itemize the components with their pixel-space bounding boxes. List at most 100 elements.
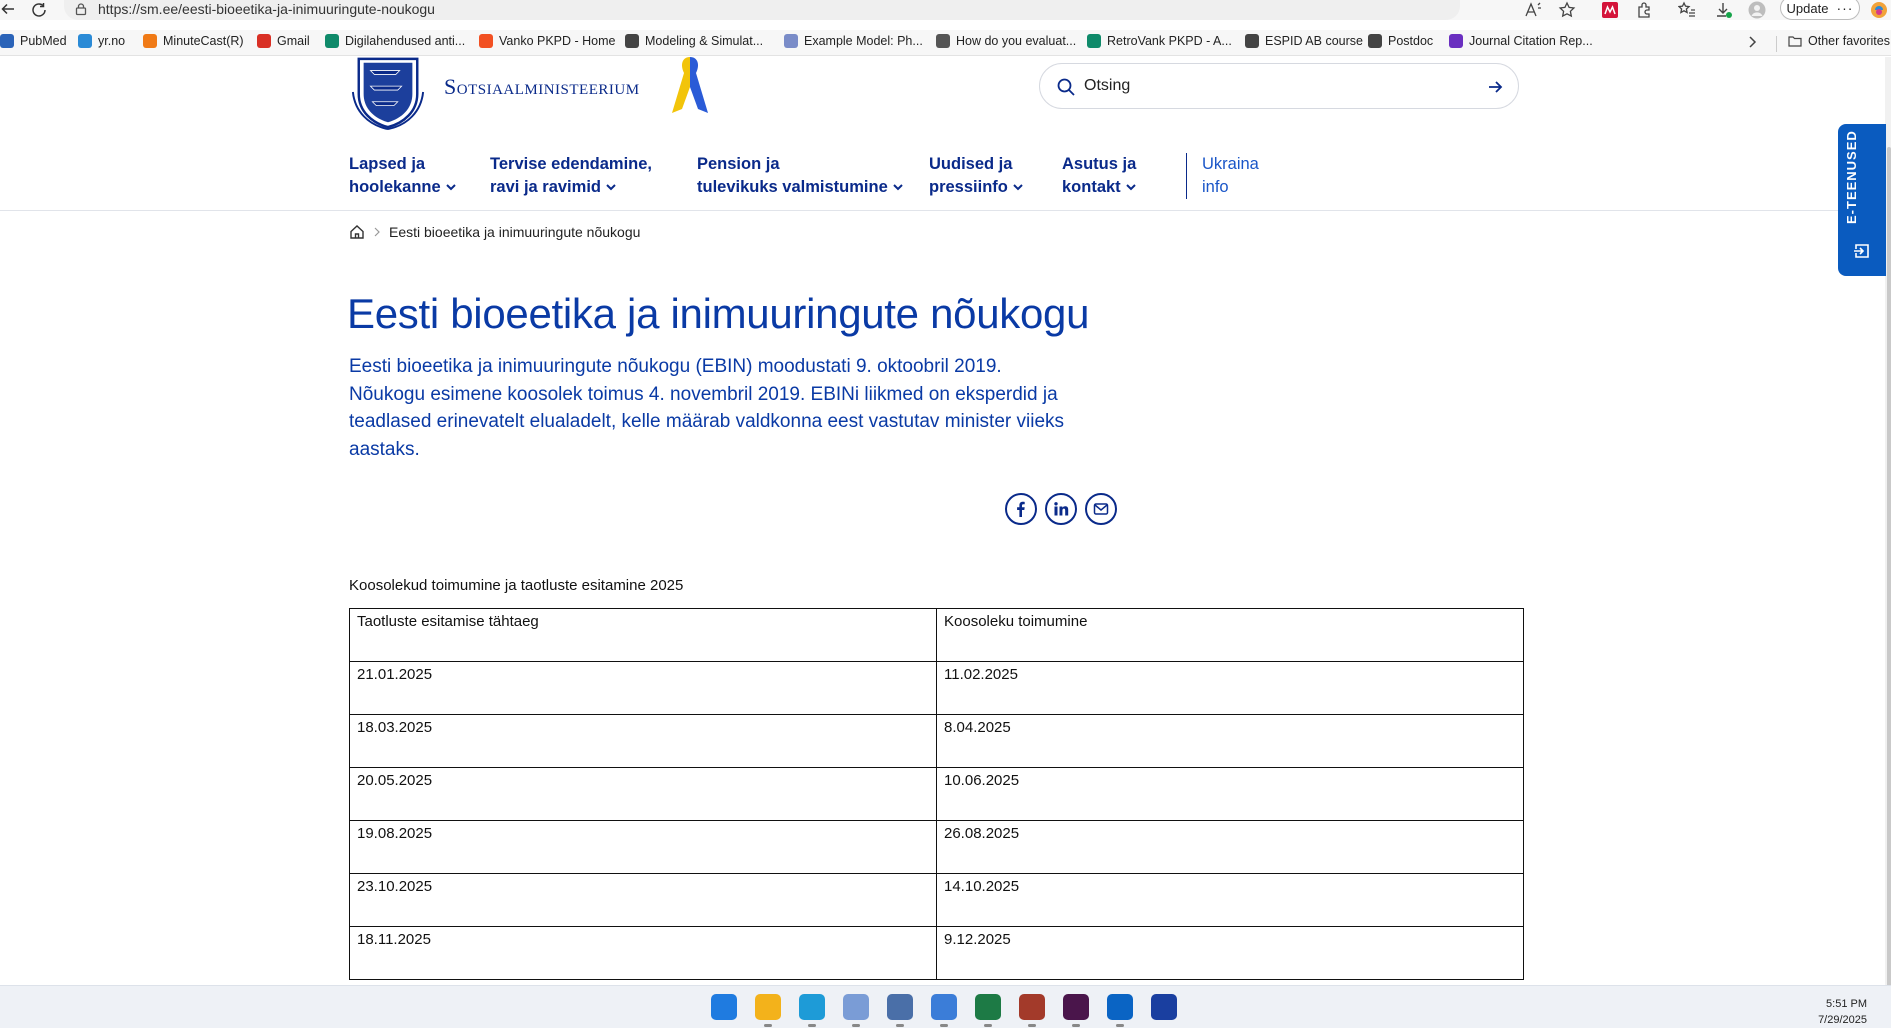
read-aloud-icon[interactable] [1524, 1, 1542, 19]
nav-item-line2: tulevikuks valmistumine [697, 178, 888, 196]
nav-item-ukraina-info[interactable]: Ukraina info [1202, 153, 1259, 199]
deadline-cell: 23.10.2025 [349, 873, 937, 927]
back-arrow-icon[interactable] [0, 1, 16, 17]
windows-taskbar: 5:51 PM 7/29/2025 [0, 985, 1891, 1028]
bookmark-label: Modeling & Simulat... [645, 34, 764, 48]
facebook-icon [1017, 501, 1025, 517]
windows-start-icon[interactable] [711, 994, 737, 1020]
deadline-cell: 21.01.2025 [349, 661, 937, 715]
bookmark-item[interactable]: Postdoc [1368, 34, 1433, 48]
bookmark-favicon-icon [936, 34, 950, 48]
site-search[interactable] [1039, 63, 1519, 109]
nav-item-line1: Pension ja [697, 155, 780, 173]
nav-item-line2: ravi ja ravimid [490, 178, 601, 196]
bookmark-item[interactable]: ESPID AB course [1245, 34, 1363, 48]
bookmark-item[interactable]: Journal Citation Rep... [1449, 34, 1593, 48]
bookmark-item[interactable]: Modeling & Simulat... [625, 34, 763, 48]
bookmarks-overflow-chevron-icon[interactable] [1745, 35, 1759, 49]
search-submit-arrow-icon[interactable] [1486, 78, 1504, 96]
table-caption: Koosolekud toimumine ja taotluste esitam… [349, 577, 684, 594]
meetings-table: Taotluste esitamise tähtaeg Koosoleku to… [349, 608, 1524, 980]
pdf-extension-icon[interactable] [1601, 1, 1619, 19]
chevron-down-icon [445, 184, 456, 191]
home-icon[interactable] [349, 224, 365, 240]
breadcrumb-current: Eesti bioeetika ja inimuuringute nõukogu [389, 224, 641, 240]
notepad-icon[interactable] [931, 994, 957, 1020]
bookmark-item[interactable]: RetroVank PKPD - A... [1087, 34, 1232, 48]
meeting-date-cell: 10.06.2025 [936, 767, 1524, 821]
nav-item-lapsed-ja-hoolekanne[interactable]: Lapsed ja hoolekanne [349, 153, 457, 199]
table-row: 23.10.2025 14.10.2025 [349, 873, 1524, 927]
search-input[interactable] [1084, 72, 1464, 100]
running-indicator [1028, 1024, 1036, 1027]
more-menu-icon: ··· [1836, 0, 1854, 16]
nav-item-uudised[interactable]: Uudised ja pressiinfo [929, 153, 1024, 199]
id-card-icon[interactable] [1151, 994, 1177, 1020]
running-indicator [764, 1024, 772, 1027]
deadline-cell: 18.03.2025 [349, 714, 937, 768]
url-text[interactable]: https://sm.ee/eesti-bioeetika-ja-inimuur… [98, 1, 435, 17]
remote-desktop-icon[interactable] [887, 994, 913, 1020]
running-indicator [940, 1024, 948, 1027]
folder-icon [1788, 36, 1802, 47]
web-page: Sotsiaalministeerium Lapsed ja hoolekann… [0, 57, 1891, 985]
system-clock[interactable]: 5:51 PM 7/29/2025 [1818, 996, 1867, 1028]
bookmark-item[interactable]: Digilahendused anti... [325, 34, 465, 48]
favorite-star-icon[interactable] [1558, 1, 1576, 19]
chevron-down-icon [1013, 184, 1023, 191]
nav-item-tervise-edendamine[interactable]: Tervise edendamine, ravi ja ravimid [490, 153, 652, 199]
update-button[interactable]: Update ··· [1780, 0, 1860, 20]
other-favorites-folder[interactable]: Other favorites [1788, 34, 1890, 48]
bookmarks-separator [1776, 36, 1777, 52]
estonian-coat-of-arms-logo[interactable] [349, 57, 427, 131]
bookmark-item[interactable]: How do you evaluat... [936, 34, 1076, 48]
ukraine-ribbon-icon [672, 57, 708, 113]
e-services-tab[interactable]: E-TEENUSED [1838, 124, 1886, 276]
bookmark-item[interactable]: Vanko PKPD - Home [479, 34, 615, 48]
firewall-app-icon[interactable] [1019, 994, 1045, 1020]
nav-item-asutus-ja-kontakt[interactable]: Asutus ja kontakt [1062, 153, 1137, 199]
downloads-icon[interactable] [1715, 1, 1733, 19]
running-indicator [1072, 1024, 1080, 1027]
org-name[interactable]: Sotsiaalministeerium [444, 74, 640, 100]
edge-browser-icon[interactable] [799, 994, 825, 1020]
bookmark-label: Journal Citation Rep... [1469, 34, 1593, 48]
main-navigation: Lapsed ja hoolekanne Tervise edendamine,… [0, 153, 1891, 211]
share-facebook-button[interactable] [1005, 493, 1037, 525]
nav-item-line1: Ukraina [1202, 155, 1259, 173]
clock-time: 5:51 PM [1826, 998, 1867, 1010]
meeting-date-cell: 8.04.2025 [936, 714, 1524, 768]
nav-item-line2: info [1202, 178, 1229, 196]
deadline-cell: 19.08.2025 [349, 820, 937, 874]
bookmark-item[interactable]: Example Model: Ph... [784, 34, 923, 48]
nav-item-line2: pressiinfo [929, 178, 1008, 196]
bookmark-item[interactable]: Gmail [257, 34, 310, 48]
r-app-icon[interactable] [843, 994, 869, 1020]
table-row: 19.08.2025 26.08.2025 [349, 820, 1524, 874]
nav-item-line2: kontakt [1062, 178, 1121, 196]
login-icon [1854, 244, 1869, 258]
share-email-button[interactable] [1085, 493, 1117, 525]
reload-icon[interactable] [30, 1, 48, 19]
extensions-puzzle-icon[interactable] [1636, 1, 1654, 19]
bookmark-label: Postdoc [1388, 34, 1434, 48]
scrollbar-thumb[interactable] [1887, 147, 1891, 1027]
bookmark-item[interactable]: MinuteCast(R) [143, 34, 244, 48]
bookmark-item[interactable]: yr.no [78, 34, 125, 48]
share-linkedin-button[interactable] [1045, 493, 1077, 525]
outlook-icon[interactable] [1107, 994, 1133, 1020]
linkedin-icon [1054, 502, 1069, 516]
profile-avatar-icon[interactable] [1748, 1, 1766, 19]
bookmark-favicon-icon [143, 34, 157, 48]
copilot-icon[interactable] [1870, 1, 1888, 19]
file-explorer-icon[interactable] [755, 994, 781, 1020]
bookmark-label: PubMed [20, 34, 67, 48]
bookmark-label: Gmail [277, 34, 310, 48]
slack-icon[interactable] [1063, 994, 1089, 1020]
bookmark-item[interactable]: PubMed [0, 34, 67, 48]
bookmark-favicon-icon [479, 34, 493, 48]
site-info-icon[interactable] [74, 2, 88, 16]
nav-item-pension[interactable]: Pension ja tulevikuks valmistumine [697, 153, 904, 199]
favorites-list-icon[interactable] [1678, 1, 1696, 19]
excel-icon[interactable] [975, 994, 1001, 1020]
